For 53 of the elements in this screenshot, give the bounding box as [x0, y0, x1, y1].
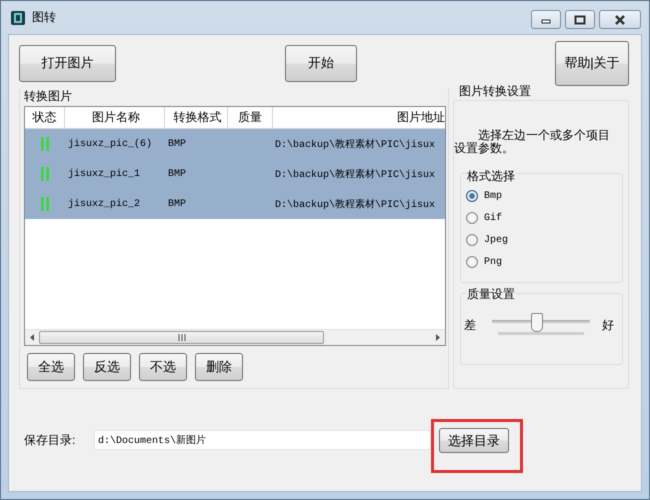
- status-bars-icon: [40, 196, 50, 212]
- list-row[interactable]: jisuxz_pic_2 BMP D:\backup\教程素材\PIC\jisux: [25, 189, 445, 219]
- help-about-button[interactable]: 帮助|关于: [555, 40, 629, 86]
- column-header[interactable]: 质量: [228, 107, 273, 128]
- grip-icon: [178, 334, 186, 341]
- table-cell: jisuxz_pic_2: [68, 198, 140, 210]
- select-all-button[interactable]: 全选: [27, 353, 75, 381]
- hint-text: 选择左边一个或多个项目设置参数。: [454, 129, 611, 155]
- scroll-right-arrow-icon[interactable]: [436, 334, 440, 341]
- column-header[interactable]: 转换格式: [165, 107, 228, 128]
- slider-label: 好: [602, 316, 614, 334]
- quality-slider[interactable]: [492, 313, 590, 337]
- close-icon: [613, 14, 627, 24]
- open-image-button[interactable]: 打开图片: [19, 44, 116, 82]
- group-title: 格式选择: [466, 168, 516, 185]
- window-title: 图转: [32, 9, 56, 26]
- radio-option[interactable]: Jpeg: [461, 229, 622, 251]
- minimize-button[interactable]: [531, 10, 561, 29]
- table-cell: BMP: [168, 138, 186, 150]
- table-cell: jisuxz_pic_(6): [68, 138, 152, 150]
- radio-option[interactable]: Png: [461, 251, 622, 273]
- column-header[interactable]: 图片名称: [65, 107, 165, 128]
- maximize-icon: [574, 14, 586, 24]
- table-cell: BMP: [168, 198, 186, 210]
- radio-option[interactable]: Gif: [461, 207, 622, 229]
- scroll-left-arrow-icon[interactable]: [30, 334, 34, 341]
- table-cell-text: D:\backup\教程素材\PIC\jisux: [275, 198, 436, 211]
- close-button[interactable]: [599, 10, 641, 29]
- app-icon: [10, 10, 26, 26]
- maximize-button[interactable]: [565, 10, 595, 29]
- radio-option[interactable]: Bmp: [461, 185, 622, 207]
- list-row[interactable]: jisuxz_pic_1 BMP D:\backup\教程素材\PIC\jisux: [25, 159, 445, 189]
- field-label: 保存目录:: [24, 432, 76, 449]
- list-row[interactable]: jisuxz_pic_(6) BMP D:\backup\教程素材\PIC\jisux: [25, 129, 445, 159]
- group-title: 质量设置: [466, 286, 516, 303]
- table-cell: BMP: [168, 168, 186, 180]
- invert-selection-button[interactable]: 反选: [83, 353, 131, 381]
- start-button[interactable]: 开始: [285, 44, 357, 82]
- table-cell-text: D:\backup\教程素材\PIC\jisux: [275, 138, 436, 151]
- table-cell-text: D:\backup\教程素材\PIC\jisux: [275, 168, 436, 181]
- slider-label: 差: [464, 316, 476, 334]
- save-path-field[interactable]: d:\Documents\新图片: [94, 430, 431, 450]
- column-header[interactable]: 状态: [25, 107, 65, 128]
- status-bars-icon: [40, 136, 50, 152]
- status-bars-icon: [40, 166, 50, 182]
- group-title: 图片转换设置: [458, 84, 532, 98]
- horizontal-scrollbar[interactable]: [25, 329, 445, 345]
- table-cell: jisuxz_pic_1: [68, 168, 140, 180]
- select-none-button[interactable]: 不选: [139, 353, 187, 381]
- group-title: 转换图片: [24, 89, 73, 103]
- column-header[interactable]: 图片地址: [273, 107, 445, 128]
- delete-button[interactable]: 删除: [195, 353, 243, 381]
- choose-folder-button[interactable]: 选择目录: [439, 428, 509, 453]
